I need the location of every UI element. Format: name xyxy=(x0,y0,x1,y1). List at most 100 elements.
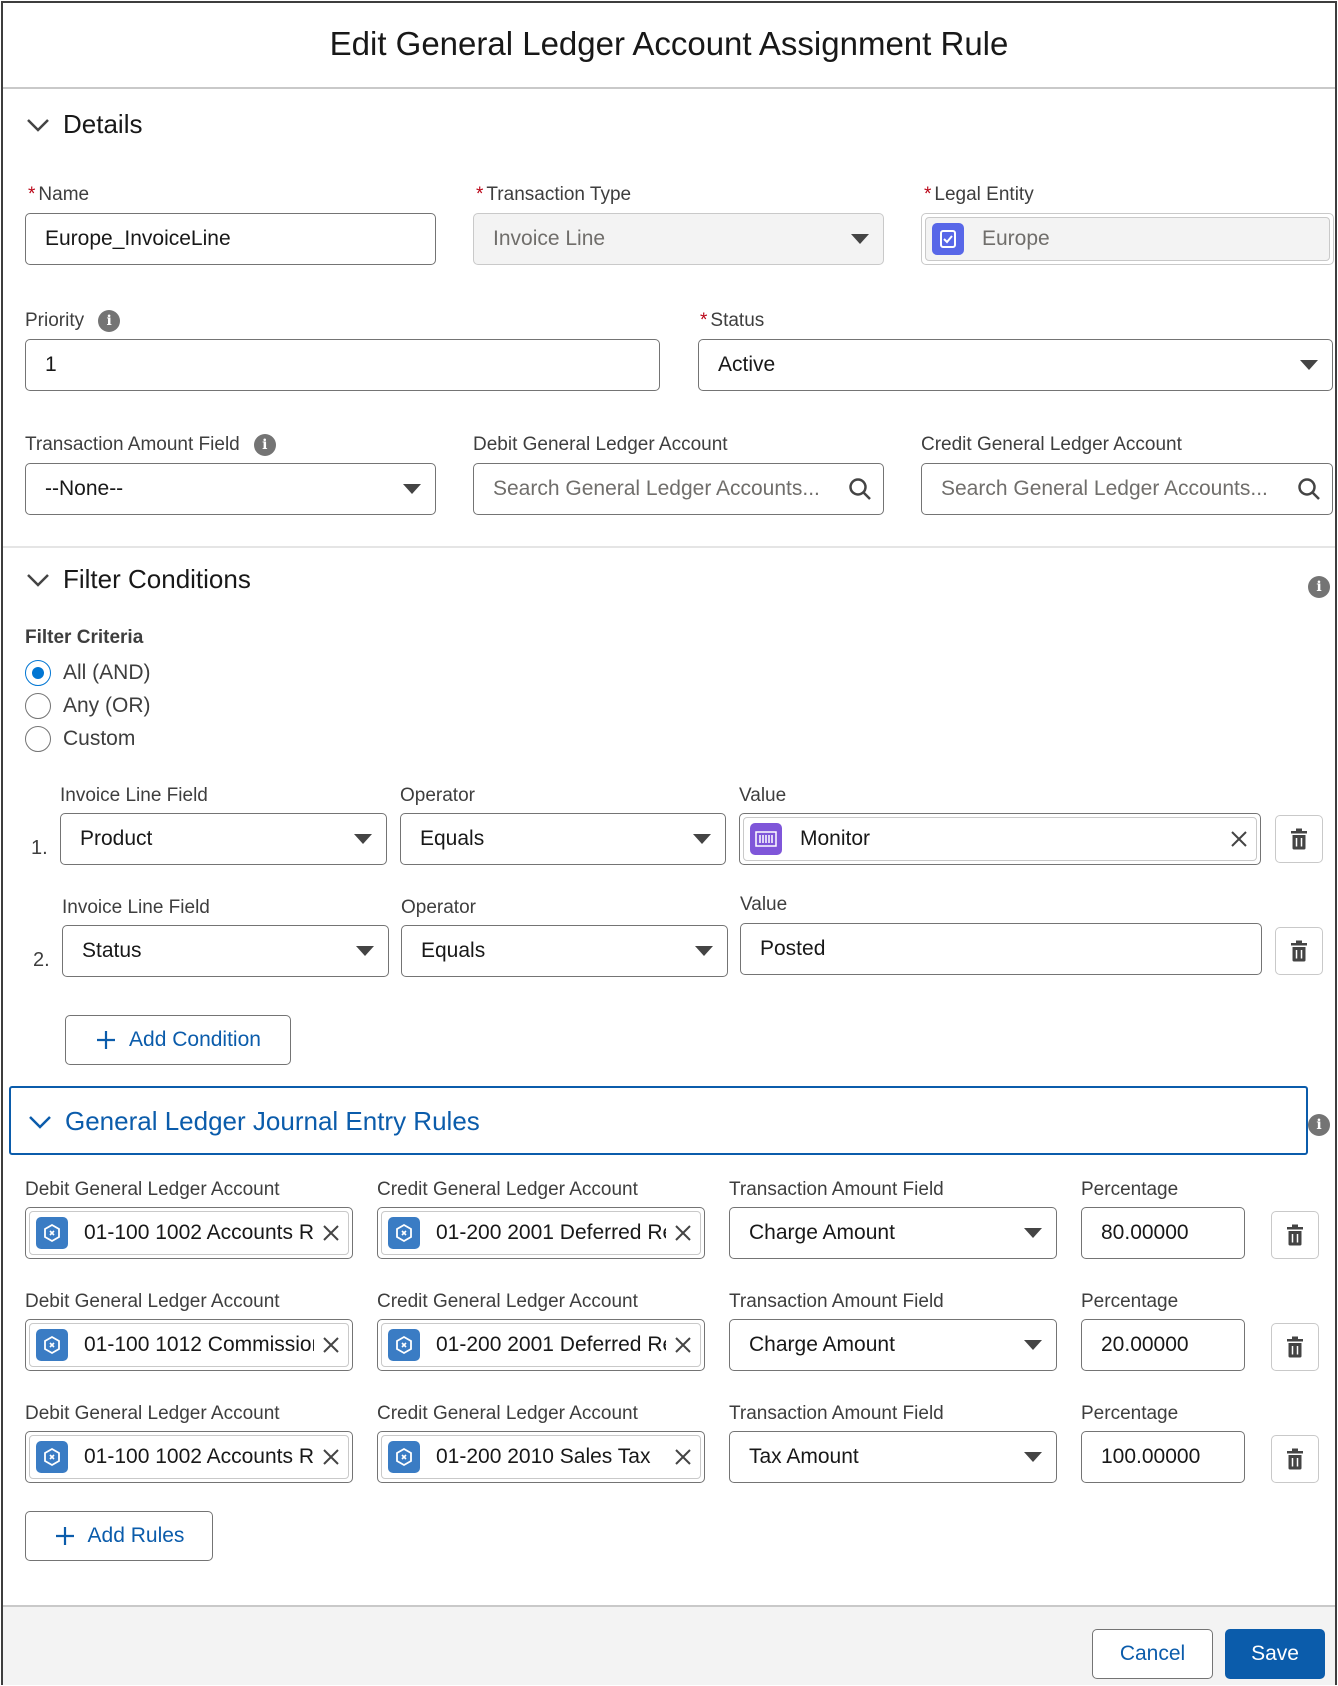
condition-field-value: Product xyxy=(80,827,153,850)
search-icon xyxy=(1298,478,1320,500)
percentage-input[interactable]: 20.00000 xyxy=(1081,1319,1245,1371)
condition-operator-label: Operator xyxy=(400,785,475,806)
radio-button[interactable] xyxy=(25,726,51,752)
details-section-title: Details xyxy=(63,109,143,139)
debit-account-lookup[interactable]: 01-100 1002 Accounts Receivable xyxy=(25,1207,353,1259)
add-condition-label: Add Condition xyxy=(129,1028,261,1051)
delete-condition-button[interactable] xyxy=(1275,927,1323,975)
condition-operator-select[interactable]: Equals xyxy=(400,813,726,865)
debit-account-label: Debit General Ledger Account xyxy=(25,1179,280,1200)
debit-account-label: Debit General Ledger Account xyxy=(473,434,728,455)
transaction-amount-select[interactable]: Tax Amount xyxy=(729,1431,1057,1483)
status-label: * Status xyxy=(700,310,765,331)
debit-account-value: 01-100 1012 Commissions xyxy=(84,1333,314,1356)
radio-any-or[interactable]: Any (OR) xyxy=(25,693,151,719)
legal-entity-label: * Legal Entity xyxy=(924,184,1034,205)
close-icon[interactable] xyxy=(1222,830,1256,848)
condition-operator-value: Equals xyxy=(420,827,485,850)
save-button[interactable]: Save xyxy=(1225,1629,1325,1679)
debit-account-label: Debit General Ledger Account xyxy=(25,1291,280,1312)
condition-field-select[interactable]: Status xyxy=(62,925,389,977)
percentage-value: 100.00000 xyxy=(1101,1445,1201,1468)
radio-button[interactable] xyxy=(25,660,51,686)
credit-account-label: Credit General Ledger Account xyxy=(377,1291,638,1312)
delete-rule-button[interactable] xyxy=(1271,1323,1319,1371)
add-rules-label: Add Rules xyxy=(87,1524,185,1547)
condition-value-input[interactable]: Posted xyxy=(740,923,1262,975)
debit-account-search[interactable]: Search General Ledger Accounts... xyxy=(473,463,884,515)
modal-title: Edit General Ledger Account Assignment R… xyxy=(329,25,1009,62)
transaction-amount-select[interactable]: Charge Amount xyxy=(729,1207,1057,1259)
chevron-down-icon xyxy=(27,573,49,587)
credit-account-lookup[interactable]: 01-200 2010 Sales Tax xyxy=(377,1431,705,1483)
credit-account-label: Credit General Ledger Account xyxy=(921,434,1182,455)
transaction-amount-select[interactable]: Charge Amount xyxy=(729,1319,1057,1371)
condition-field-value: Status xyxy=(82,939,142,962)
credit-account-search[interactable]: Search General Ledger Accounts... xyxy=(921,463,1333,515)
condition-value-lookup[interactable]: Monitor xyxy=(739,813,1261,865)
radio-custom[interactable]: Custom xyxy=(25,726,135,752)
percentage-input[interactable]: 80.00000 xyxy=(1081,1207,1245,1259)
name-label: * Name xyxy=(28,184,90,205)
close-icon[interactable] xyxy=(666,1336,700,1354)
transaction-amount-value: Tax Amount xyxy=(749,1445,859,1468)
close-icon[interactable] xyxy=(314,1224,348,1242)
percentage-label: Percentage xyxy=(1081,1179,1179,1200)
add-rules-button[interactable]: Add Rules xyxy=(25,1511,213,1561)
trash-icon xyxy=(1291,828,1307,850)
caret-down-icon xyxy=(356,946,374,956)
info-icon[interactable]: i xyxy=(253,434,276,456)
info-icon[interactable]: i xyxy=(98,310,121,332)
cancel-label: Cancel xyxy=(1119,1642,1186,1665)
priority-input[interactable]: 1 xyxy=(25,339,660,391)
close-icon[interactable] xyxy=(666,1224,700,1242)
priority-label: Priority i xyxy=(25,310,121,332)
legal-entity-icon xyxy=(932,223,964,255)
account-icon xyxy=(388,1217,420,1249)
name-value: Europe_InvoiceLine xyxy=(45,227,231,250)
add-condition-button[interactable]: Add Condition xyxy=(65,1015,291,1065)
transaction-amount-select[interactable]: --None-- xyxy=(25,463,436,515)
journal-section-toggle[interactable]: General Ledger Journal Entry Rules xyxy=(9,1086,1308,1155)
filter-section-toggle[interactable]: Filter Conditions xyxy=(23,564,251,595)
caret-down-icon xyxy=(1024,1228,1042,1238)
caret-down-icon xyxy=(1024,1452,1042,1462)
radio-button[interactable] xyxy=(25,693,51,719)
condition-field-select[interactable]: Product xyxy=(60,813,387,865)
credit-account-label: Credit General Ledger Account xyxy=(377,1179,638,1200)
debit-account-placeholder: Search General Ledger Accounts... xyxy=(493,477,820,500)
condition-operator-select[interactable]: Equals xyxy=(401,925,728,977)
cancel-button[interactable]: Cancel xyxy=(1092,1629,1213,1679)
close-icon[interactable] xyxy=(314,1336,348,1354)
radio-all-and[interactable]: All (AND) xyxy=(25,660,151,686)
transaction-amount-label: Transaction Amount Field xyxy=(729,1291,944,1312)
transaction-amount-label: Transaction Amount Field xyxy=(729,1403,944,1424)
debit-account-lookup[interactable]: 01-100 1012 Commissions xyxy=(25,1319,353,1371)
info-icon[interactable]: i xyxy=(1308,576,1330,598)
percentage-input[interactable]: 100.00000 xyxy=(1081,1431,1245,1483)
debit-account-lookup[interactable]: 01-100 1002 Accounts Receivable xyxy=(25,1431,353,1483)
delete-condition-button[interactable] xyxy=(1275,815,1323,863)
condition-value-label: Value xyxy=(739,785,787,806)
details-section-toggle[interactable]: Details xyxy=(23,109,142,140)
credit-account-lookup[interactable]: 01-200 2001 Deferred Revenue xyxy=(377,1319,705,1371)
delete-rule-button[interactable] xyxy=(1271,1211,1319,1259)
info-icon[interactable]: i xyxy=(1308,1114,1330,1136)
account-icon xyxy=(36,1217,68,1249)
account-icon xyxy=(388,1441,420,1473)
credit-account-lookup[interactable]: 01-200 2001 Deferred Revenue xyxy=(377,1207,705,1259)
caret-down-icon xyxy=(695,946,713,956)
delete-rule-button[interactable] xyxy=(1271,1435,1319,1483)
credit-account-value: 01-200 2010 Sales Tax xyxy=(436,1445,651,1468)
trash-icon xyxy=(1287,1336,1303,1358)
caret-down-icon xyxy=(354,834,372,844)
radio-label: Any (OR) xyxy=(63,694,151,717)
condition-operator-label: Operator xyxy=(401,897,476,918)
close-icon[interactable] xyxy=(314,1448,348,1466)
close-icon[interactable] xyxy=(666,1448,700,1466)
legal-entity-value: Europe xyxy=(982,227,1050,250)
caret-down-icon xyxy=(851,234,869,244)
name-input[interactable]: Europe_InvoiceLine xyxy=(25,213,436,265)
account-icon xyxy=(36,1441,68,1473)
status-select[interactable]: Active xyxy=(698,339,1333,391)
